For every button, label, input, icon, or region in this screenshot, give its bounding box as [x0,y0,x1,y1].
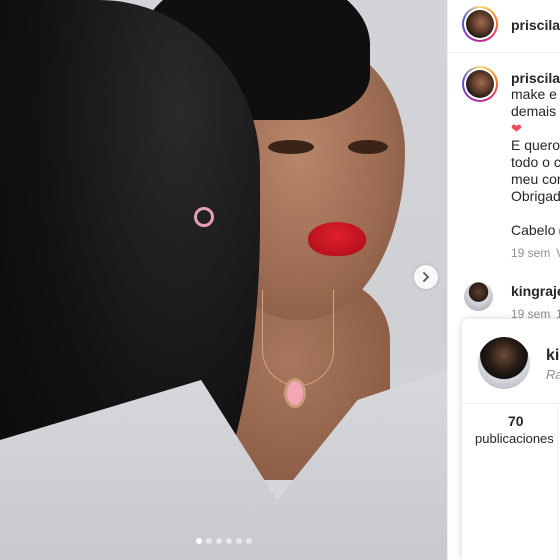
comment-avatar[interactable] [464,282,493,311]
caption-username[interactable]: priscila.b [511,70,560,86]
caption-tail: Cabelo [511,222,556,238]
carousel-dot [205,538,212,544]
caption-line: demais , [511,103,560,119]
caption-time-extra: V [556,246,560,260]
comment-username[interactable]: kingrajes [511,283,560,299]
post-image[interactable] [0,0,447,560]
header-avatar[interactable] [462,6,498,42]
card-divider-vertical [557,403,558,560]
carousel-dot [245,538,252,544]
photo-necklace [262,290,334,386]
photo-eye-left [268,140,314,154]
chevron-right-icon [423,272,430,282]
carousel-next-button[interactable] [414,265,438,289]
profile-hover-card: ki Ra 70 publicaciones [462,319,560,560]
caption-avatar[interactable] [462,66,498,102]
post-header: priscila.b [448,0,560,53]
heart-icon: ❤ [511,121,522,136]
photo-eye-right [348,140,388,154]
caption-line: meu cora [511,171,560,187]
carousel-indicator [0,538,447,544]
caption-line: E quero a [511,137,560,153]
carousel-dot [225,538,232,544]
photo-lips [308,222,366,256]
card-username[interactable]: ki [546,347,559,365]
header-username[interactable]: priscila.b [511,17,560,33]
card-divider [462,403,560,404]
caption-time[interactable]: 19 sem [511,246,550,260]
photo-pendant [284,378,306,408]
carousel-dot [195,538,202,544]
caption-line: make e p [511,86,560,102]
caption-line: todo o c [511,154,560,170]
caption-line: Obrigada [511,188,560,204]
carousel-dot [215,538,222,544]
carousel-dot [235,538,242,544]
posts-label: publicaciones [475,431,554,446]
card-subtitle: Ra [546,367,560,382]
photo-earring [194,207,214,227]
posts-count: 70 [508,413,524,429]
caption-text: make e p demais , ❤ E quero a todo o c m… [511,86,560,239]
card-avatar[interactable] [478,337,530,389]
